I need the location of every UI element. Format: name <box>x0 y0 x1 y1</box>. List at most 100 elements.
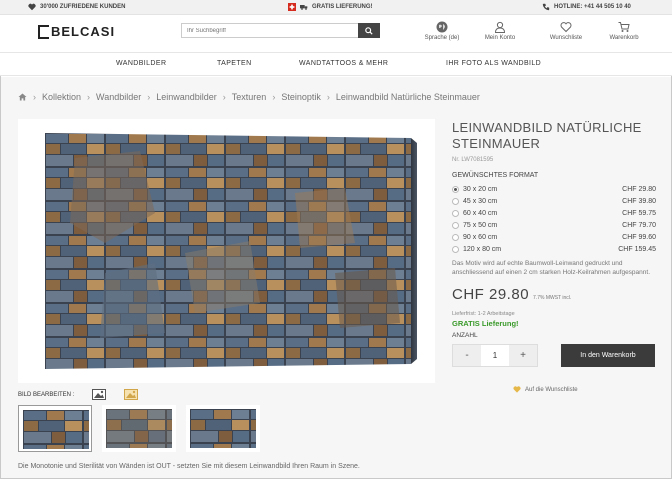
wishlist-label: Wunschliste <box>549 35 583 41</box>
edit-image-label: BILD BEARBEITEN : <box>18 391 75 398</box>
format-size: 90 x 60 cm <box>463 233 498 241</box>
truck-icon <box>300 5 308 10</box>
logo-mark <box>38 24 49 39</box>
breadcrumb-kollektion[interactable]: Kollektion <box>42 92 81 102</box>
quantity-increase-button[interactable]: + <box>509 345 537 366</box>
thumbnail-image-wall <box>106 409 172 448</box>
breadcrumb-separator: › <box>87 92 91 102</box>
breadcrumb-separator: › <box>147 92 151 102</box>
product-info-panel: LEINWANDBILD NATÜRLICHE STEINMAUER Nr. L… <box>452 120 656 393</box>
site-header: BELCASI Sprache (de) Mein Konto Wunschli… <box>0 15 672 52</box>
account-button[interactable]: Mein Konto <box>470 21 530 41</box>
thumbnail-1[interactable] <box>18 405 92 452</box>
product-title: LEINWANDBILD NATÜRLICHE STEINMAUER <box>452 120 642 151</box>
format-option[interactable]: 45 x 30 cm CHF 39.80 <box>452 195 656 207</box>
format-option[interactable]: 120 x 80 cm CHF 159.45 <box>452 243 656 255</box>
format-radio[interactable] <box>452 197 459 205</box>
delivery-text: GRATIS LIEFERUNG! <box>312 4 373 10</box>
image-sepia-icon[interactable] <box>124 389 139 400</box>
thumbnail-image-canvas <box>23 410 89 449</box>
language-label: Sprache (de) <box>424 35 460 41</box>
cart-button[interactable]: Warenkorb <box>594 21 654 41</box>
search-bar <box>181 23 380 38</box>
nav-item-tapeten[interactable]: TAPETEN <box>217 60 252 67</box>
product-price-block: CHF 29.80 7.7% MWST incl. <box>452 286 656 303</box>
delivery-time: Lieferfrist: 1-2 Arbeitstage <box>452 311 515 317</box>
format-price: CHF 39.80 <box>622 197 656 205</box>
format-option[interactable]: 75 x 50 cm CHF 79.70 <box>452 219 656 231</box>
format-size: 120 x 80 cm <box>463 245 502 253</box>
format-radio[interactable] <box>452 221 459 229</box>
format-title: GEWÜNSCHTES FORMAT <box>452 172 539 179</box>
format-option[interactable]: 60 x 40 cm CHF 59.75 <box>452 207 656 219</box>
product-image-stone-wall[interactable] <box>45 133 417 369</box>
breadcrumb-steinoptik[interactable]: Steinoptik <box>281 92 321 102</box>
format-radio[interactable] <box>452 233 459 241</box>
search-input[interactable] <box>182 24 357 37</box>
format-price: CHF 59.75 <box>622 209 656 217</box>
add-to-wishlist-link[interactable]: Auf die Wunschliste <box>513 386 656 393</box>
phone-icon <box>542 3 550 11</box>
quantity-label: ANZAHL <box>452 332 478 339</box>
breadcrumb-separator: › <box>272 92 276 102</box>
product-number: Nr. LW7081595 <box>452 157 494 163</box>
nav-item-wandtattoos[interactable]: WANDTATTOOS & MEHR <box>299 60 388 67</box>
breadcrumb-leinwandbilder[interactable]: Leinwandbilder <box>156 92 217 102</box>
heart-outline-icon <box>560 22 572 33</box>
quantity-decrease-button[interactable]: - <box>453 345 481 366</box>
format-size: 75 x 50 cm <box>463 221 498 229</box>
thumbnail-2[interactable] <box>102 405 176 452</box>
swiss-flag-icon <box>288 3 296 11</box>
search-button[interactable] <box>358 23 380 38</box>
format-option[interactable]: 30 x 20 cm CHF 29.80 <box>452 183 656 195</box>
breadcrumb: › Kollektion › Wandbilder › Leinwandbild… <box>18 92 480 102</box>
breadcrumb-wandbilder[interactable]: Wandbilder <box>96 92 141 102</box>
breadcrumb-separator: › <box>326 92 330 102</box>
format-radio[interactable] <box>452 245 459 253</box>
add-to-cart-button[interactable]: In den Warenkorb <box>561 344 655 367</box>
thumbnail-strip <box>18 405 260 452</box>
wishlist-link-label: Auf die Wunschliste <box>525 386 578 393</box>
edit-image-row: BILD BEARBEITEN : <box>18 389 139 400</box>
format-option[interactable]: 90 x 60 cm CHF 99.60 <box>452 231 656 243</box>
breadcrumb-current: Leinwandbild Natürliche Steinmauer <box>335 92 480 102</box>
thumbnail-3[interactable] <box>186 405 260 452</box>
format-radio-selected[interactable] <box>452 185 459 193</box>
breadcrumb-separator: › <box>222 92 226 102</box>
product-page: › Kollektion › Wandbilder › Leinwandbild… <box>1 77 671 478</box>
product-description-intro: Die Monotonie und Sterilität von Wänden … <box>18 463 360 470</box>
globe-icon <box>436 21 448 33</box>
search-icon <box>365 26 373 35</box>
breadcrumb-texturen[interactable]: Texturen <box>232 92 267 102</box>
quantity-row: - 1 + In den Warenkorb <box>452 344 656 367</box>
product-price: CHF 29.80 <box>452 286 530 303</box>
nav-item-foto-als-wandbild[interactable]: IHR FOTO ALS WANDBILD <box>446 60 541 67</box>
logo[interactable]: BELCASI <box>38 24 115 39</box>
vat-note: 7.7% MWST incl. <box>533 295 572 301</box>
format-size: 30 x 20 cm <box>463 185 498 193</box>
quantity-input[interactable]: 1 <box>481 345 509 366</box>
product-image-box <box>18 119 435 383</box>
format-price: CHF 159.45 <box>618 245 656 253</box>
cart-icon <box>618 22 630 32</box>
format-price: CHF 29.80 <box>622 185 656 193</box>
hotline-text: HOTLINE: +41 44 505 10 40 <box>554 4 631 10</box>
thumbnail-image-detail <box>190 409 256 448</box>
format-radio[interactable] <box>452 209 459 217</box>
hotline-info[interactable]: HOTLINE: +41 44 505 10 40 <box>542 3 631 11</box>
wishlist-button[interactable]: Wunschliste <box>536 21 596 41</box>
product-detail-text: Das Motiv wird auf echte Baumwoll-Leinwa… <box>452 260 651 276</box>
quantity-stepper: - 1 + <box>452 344 538 367</box>
nav-item-wandbilder[interactable]: WANDBILDER <box>116 60 166 67</box>
breadcrumb-separator: › <box>33 92 36 102</box>
image-color-icon[interactable] <box>92 389 107 400</box>
delivery-info: GRATIS LIEFERUNG! <box>288 3 373 11</box>
logo-text: BELCASI <box>51 24 116 39</box>
heart-icon <box>28 3 36 11</box>
format-list: 30 x 20 cm CHF 29.80 45 x 30 cm CHF 39.80 … <box>452 183 656 255</box>
cart-label: Warenkorb <box>609 35 639 41</box>
home-icon[interactable] <box>18 93 27 101</box>
language-button[interactable]: Sprache (de) <box>412 21 472 41</box>
format-size: 45 x 30 cm <box>463 197 498 205</box>
customers-text: 30'000 ZUFRIEDENE KUNDEN <box>40 4 126 10</box>
